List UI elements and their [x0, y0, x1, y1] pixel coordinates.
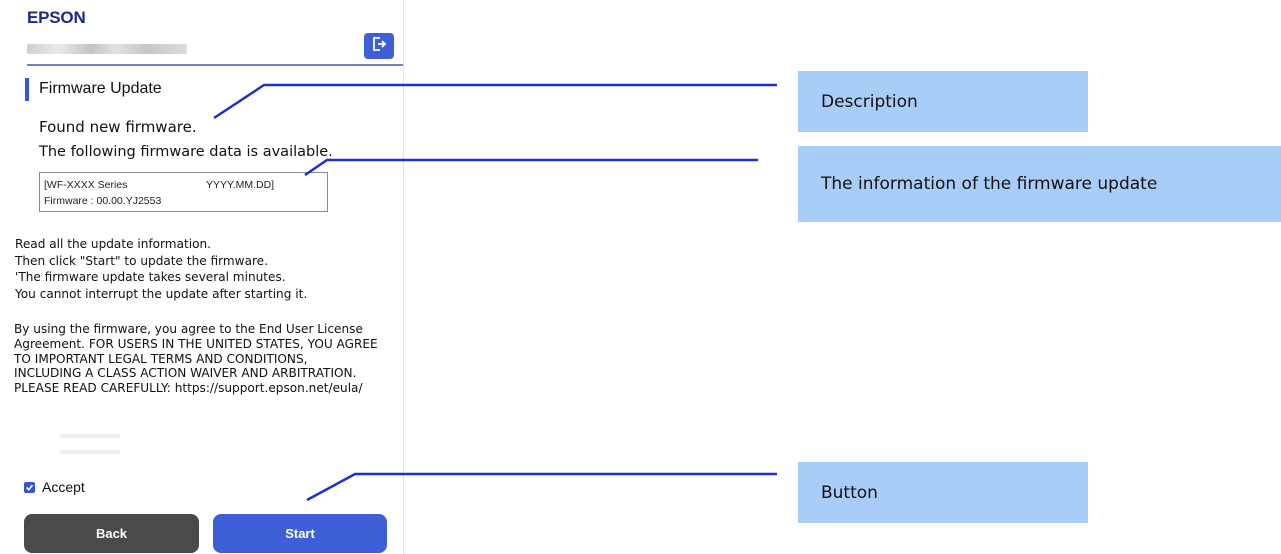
legal-line: TO IMPORTANT LEGAL TERMS AND CONDITIONS,	[14, 351, 308, 366]
back-button[interactable]: Back	[24, 514, 199, 553]
instruction-line: You cannot interrupt the update after st…	[15, 286, 308, 301]
accept-row[interactable]: Accept	[24, 479, 85, 495]
logout-button[interactable]	[364, 33, 394, 59]
description-callout: Description	[798, 71, 1088, 132]
firmware-info-callout: The information of the firmware update	[798, 146, 1281, 222]
section-accent-bar	[25, 78, 29, 101]
check-icon	[25, 484, 34, 491]
legal-line: By using the firmware, you agree to the …	[14, 322, 363, 336]
start-button[interactable]: Start	[213, 514, 387, 553]
instruction-line: 'The firmware update takes several minut…	[15, 270, 286, 284]
faint-placeholder	[60, 434, 120, 438]
accept-checkbox[interactable]	[24, 481, 35, 493]
legal-line: INCLUDING A CLASS ACTION WAIVER AND ARBI…	[14, 366, 357, 381]
instruction-line: Read all the update information.	[15, 237, 211, 251]
found-firmware-text: Found new firmware.	[39, 118, 197, 136]
logout-icon	[370, 35, 388, 58]
firmware-info-box: [WF-XXXX Series YYYY.MM.DD] Firmware : 0…	[39, 172, 328, 212]
epson-logo: EPSON	[27, 8, 86, 27]
firmware-series: [WF-XXXX Series	[44, 179, 128, 191]
legal-line: Agreement. FOR USERS IN THE UNITED STATE…	[14, 336, 378, 351]
firmware-date: YYYY.MM.DD]	[206, 179, 275, 191]
instruction-line: Then click "Start" to update the firmwar…	[15, 253, 268, 268]
section-title: Firmware Update	[39, 80, 162, 97]
license-agreement-text: By using the firmware, you agree to the …	[14, 322, 402, 396]
header-divider	[27, 64, 403, 66]
legal-line: PLEASE READ CAREFULLY: https://support.e…	[14, 381, 363, 396]
accept-label: Accept	[42, 479, 85, 495]
faint-placeholder	[60, 450, 120, 454]
blurred-printer-name	[27, 44, 187, 54]
firmware-available-text: The following firmware data is available…	[39, 144, 333, 160]
update-instructions: Read all the update information. Then cl…	[15, 236, 400, 302]
printer-web-config-panel: EPSON Firmware Update Found new firmware…	[0, 0, 404, 554]
firmware-version: Firmware : 00.00.YJ2553	[44, 195, 162, 207]
button-callout: Button	[798, 462, 1088, 523]
